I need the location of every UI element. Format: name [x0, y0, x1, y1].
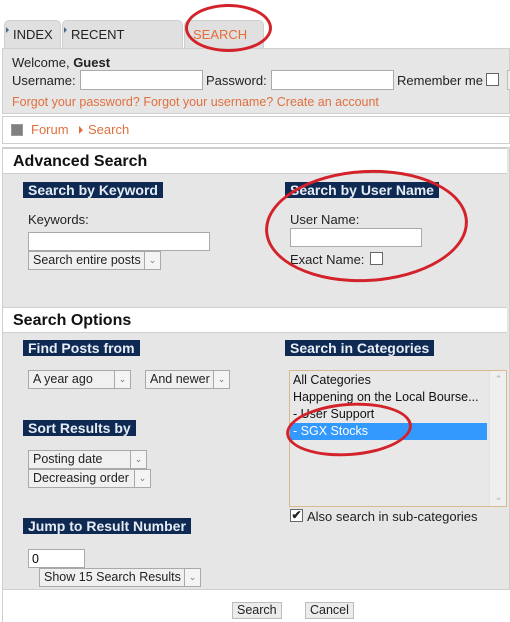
- breadcrumb-forum[interactable]: Forum: [31, 122, 69, 137]
- keywords-label: Keywords:: [28, 212, 89, 227]
- create-account-link[interactable]: Create an account: [277, 95, 379, 109]
- jump-number-input[interactable]: [28, 549, 85, 568]
- sort-order-select[interactable]: Decreasing order ⌄: [28, 469, 151, 488]
- sort-field-select[interactable]: Posting date ⌄: [28, 450, 147, 469]
- direction-select[interactable]: And newer ⌄: [145, 370, 230, 389]
- search-scope-value: Search entire posts: [33, 253, 141, 267]
- chevron-down-icon: ⌄: [134, 470, 150, 487]
- tab-search-label: SEARCH: [193, 27, 248, 42]
- search-options-title: Search Options: [3, 307, 507, 333]
- direction-value: And newer: [150, 372, 210, 386]
- user-name-input[interactable]: [290, 228, 422, 247]
- breadcrumb-separator-icon: [79, 126, 83, 134]
- chevron-down-icon: ⌄: [144, 252, 160, 269]
- tab-corner-icon: [6, 27, 9, 33]
- find-posts-heading: Find Posts from: [23, 340, 140, 356]
- keywords-input[interactable]: [28, 232, 210, 251]
- scroll-down-icon[interactable]: ⌄: [490, 492, 507, 503]
- advanced-search-title: Advanced Search: [3, 148, 507, 174]
- welcome-user: Guest: [73, 55, 111, 70]
- subcategories-checkbox[interactable]: ✔: [290, 509, 303, 522]
- period-select[interactable]: A year ago ⌄: [28, 370, 131, 389]
- results-per-page-select[interactable]: Show 15 Search Results ⌄: [39, 568, 201, 587]
- forum-icon: [11, 124, 23, 136]
- category-option[interactable]: - User Support: [290, 406, 487, 423]
- breadcrumb: Forum Search: [2, 116, 510, 144]
- sort-field-value: Posting date: [33, 452, 103, 466]
- breadcrumb-search[interactable]: Search: [88, 122, 129, 137]
- subcategories-label: Also search in sub-categories: [307, 509, 478, 524]
- tab-index[interactable]: INDEX: [4, 20, 61, 48]
- tab-search[interactable]: SEARCH: [184, 20, 264, 48]
- category-option[interactable]: Happening on the Local Bourse...: [290, 389, 487, 406]
- password-input[interactable]: [271, 70, 394, 90]
- user-name-label: User Name:: [290, 212, 360, 227]
- tab-index-label: INDEX: [13, 27, 53, 42]
- username-input[interactable]: [80, 70, 203, 90]
- sort-order-value: Decreasing order: [33, 471, 129, 485]
- account-links: Forgot your password? Forgot your userna…: [12, 95, 379, 109]
- category-option[interactable]: All Categories: [290, 372, 487, 389]
- chevron-down-icon: ⌄: [114, 371, 130, 388]
- username-label: Username:: [12, 73, 76, 88]
- scroll-up-icon[interactable]: ⌃: [490, 374, 507, 385]
- category-option-selected[interactable]: - SGX Stocks: [290, 423, 487, 440]
- forgot-password-link[interactable]: Forgot your password?: [12, 95, 140, 109]
- cancel-button[interactable]: Cancel: [305, 602, 354, 619]
- welcome-prefix: Welcome,: [12, 55, 70, 70]
- exact-name-label: Exact Name:: [290, 252, 365, 267]
- period-value: A year ago: [33, 372, 93, 386]
- tab-recent-topics[interactable]: RECENT TOPICS: [62, 20, 183, 69]
- welcome-text: Welcome, Guest: [12, 55, 110, 70]
- user-name-heading: Search by User Name: [285, 182, 439, 198]
- forgot-username-link[interactable]: Forgot your username?: [143, 95, 273, 109]
- categories-listbox[interactable]: All Categories Happening on the Local Bo…: [289, 370, 507, 507]
- categories-heading: Search in Categories: [285, 340, 435, 356]
- chevron-down-icon: ⌄: [213, 371, 229, 388]
- remember-me-checkbox[interactable]: [486, 73, 499, 86]
- sort-heading: Sort Results by: [23, 420, 136, 436]
- results-per-page-value: Show 15 Search Results: [44, 570, 181, 584]
- chevron-down-icon: ⌄: [130, 451, 146, 468]
- search-scope-select[interactable]: Search entire posts ⌄: [28, 251, 161, 270]
- chevron-down-icon: ⌄: [184, 569, 200, 586]
- search-button[interactable]: Search: [232, 602, 282, 619]
- exact-name-checkbox[interactable]: [370, 252, 383, 265]
- tab-corner-icon: [64, 27, 67, 33]
- remember-me-label: Remember me: [397, 73, 483, 88]
- jump-heading: Jump to Result Number: [23, 518, 191, 534]
- keyword-heading: Search by Keyword: [23, 182, 163, 198]
- login-bar: Welcome, Guest Username: Password: Remem…: [2, 48, 510, 114]
- listbox-scrollbar[interactable]: ⌃ ⌄: [489, 371, 506, 506]
- password-label: Password:: [206, 73, 267, 88]
